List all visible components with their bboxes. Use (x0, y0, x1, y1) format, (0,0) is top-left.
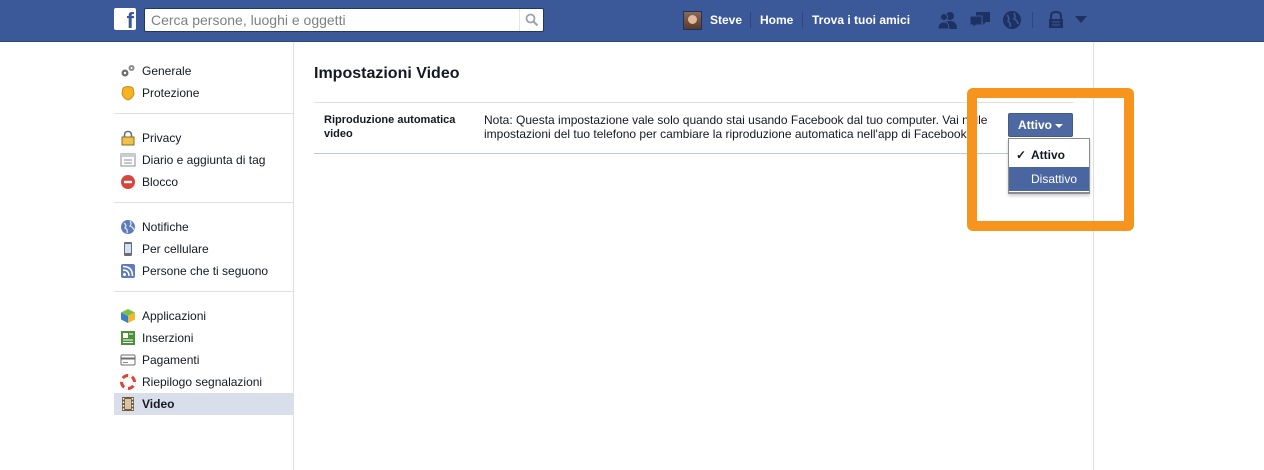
credit-card-icon (120, 354, 136, 366)
sidebar-item-label: Per cellulare (142, 242, 209, 256)
lifebuoy-icon (120, 374, 136, 390)
sidebar-item-label: Privacy (142, 131, 182, 145)
profile-link[interactable] (683, 10, 702, 30)
film-icon (122, 397, 134, 411)
sidebar-item-video[interactable]: Video (114, 393, 293, 415)
caret-down-icon (1055, 124, 1063, 128)
sidebar-item-label: Notifiche (142, 220, 189, 234)
sidebar-item-label: Inserzioni (142, 331, 194, 345)
lock-icon (121, 130, 135, 146)
search-button[interactable] (519, 9, 543, 31)
autoplay-dropdown-button[interactable]: Attivo (1008, 113, 1073, 137)
content-right-border (1093, 42, 1094, 470)
profile-name[interactable]: Steve (710, 13, 742, 27)
sidebar-item-blocco[interactable]: Blocco (114, 171, 293, 193)
home-link[interactable]: Home (760, 13, 793, 27)
sidebar-item-pagamenti[interactable]: Pagamenti (114, 349, 293, 371)
nav-group-notifications: Notifiche Per cellulare Persone che ti s… (114, 212, 293, 292)
option-label: Disattivo (1031, 172, 1078, 186)
sidebar-item-follower[interactable]: Persone che ti seguono (114, 260, 293, 282)
setting-description: Nota: Questa impostazione vale solo quan… (484, 113, 988, 141)
sidebar-item-label: Pagamenti (142, 353, 200, 367)
timeline-icon (120, 153, 136, 167)
facebook-logo[interactable]: f (114, 8, 136, 33)
sidebar-item-label: Video (142, 397, 175, 411)
globe-icon (121, 220, 135, 234)
sidebar-item-protezione[interactable]: Protezione (114, 82, 293, 104)
avatar (683, 10, 702, 30)
autoplay-dropdown-menu: ✓ Attivo Disattivo (1008, 138, 1090, 194)
nav-group-account: Generale Protezione (114, 56, 293, 114)
friend-requests-icon[interactable] (936, 10, 960, 30)
ads-icon (121, 331, 135, 345)
sidebar-item-label: Persone che ti seguono (142, 264, 269, 278)
dropdown-selected-label: Attivo (1018, 118, 1052, 132)
sidebar-item-privacy[interactable]: Privacy (114, 127, 293, 149)
option-label: Attivo (1031, 148, 1065, 162)
dropdown-option-disattivo[interactable]: Disattivo (1009, 167, 1089, 191)
sidebar-item-notifiche[interactable]: Notifiche (114, 216, 293, 238)
sidebar-item-applicazioni[interactable]: Applicazioni (114, 305, 293, 327)
account-menu-icon[interactable] (1074, 15, 1088, 25)
sidebar-item-label: Riepilogo segnalazioni (142, 375, 263, 389)
search-box (144, 8, 544, 32)
sidebar-item-segnalazioni[interactable]: Riepilogo segnalazioni (114, 371, 293, 393)
search-icon (525, 13, 539, 27)
gears-icon (121, 65, 135, 77)
sidebar-item-inserzioni[interactable]: Inserzioni (114, 327, 293, 349)
settings-sidebar: Generale Protezione Privacy Diario e agg… (114, 56, 293, 433)
sidebar-item-label: Blocco (142, 175, 179, 189)
sidebar-item-label: Diario e aggiunta di tag (142, 153, 266, 167)
find-friends-link[interactable]: Trova i tuoi amici (812, 13, 910, 27)
search-input[interactable] (145, 9, 519, 31)
sidebar-divider (293, 42, 294, 470)
messages-icon[interactable] (968, 10, 992, 30)
sidebar-item-label: Applicazioni (142, 309, 207, 323)
logo-letter: f (126, 8, 134, 33)
dropdown-option-attivo[interactable]: ✓ Attivo (1009, 143, 1089, 167)
apps-cube-icon (121, 309, 135, 323)
top-bar: f Steve Home Trova i tuoi amici (0, 0, 1264, 42)
mobile-icon (124, 242, 132, 256)
setting-row-autoplay: Riproduzione automatica video Nota: Ques… (314, 102, 1073, 154)
nav-group-privacy: Privacy Diario e aggiunta di tag Blocco (114, 123, 293, 203)
sidebar-item-diario[interactable]: Diario e aggiunta di tag (114, 149, 293, 171)
page-title: Impostazioni Video (314, 65, 460, 82)
sidebar-item-label: Protezione (142, 86, 200, 100)
block-icon (121, 175, 135, 189)
sidebar-item-cellulare[interactable]: Per cellulare (114, 238, 293, 260)
sidebar-item-generale[interactable]: Generale (114, 60, 293, 82)
privacy-shortcuts-icon[interactable] (1046, 10, 1066, 30)
checkmark-icon: ✓ (1016, 148, 1027, 162)
notifications-icon[interactable] (1001, 10, 1023, 30)
rss-icon (121, 264, 135, 278)
nav-group-apps: Applicazioni Inserzioni Pagamenti Riepil… (114, 301, 293, 424)
setting-label: Riproduzione automatica video (324, 114, 456, 140)
sidebar-item-label: Generale (142, 64, 192, 78)
badge-icon (121, 86, 135, 101)
